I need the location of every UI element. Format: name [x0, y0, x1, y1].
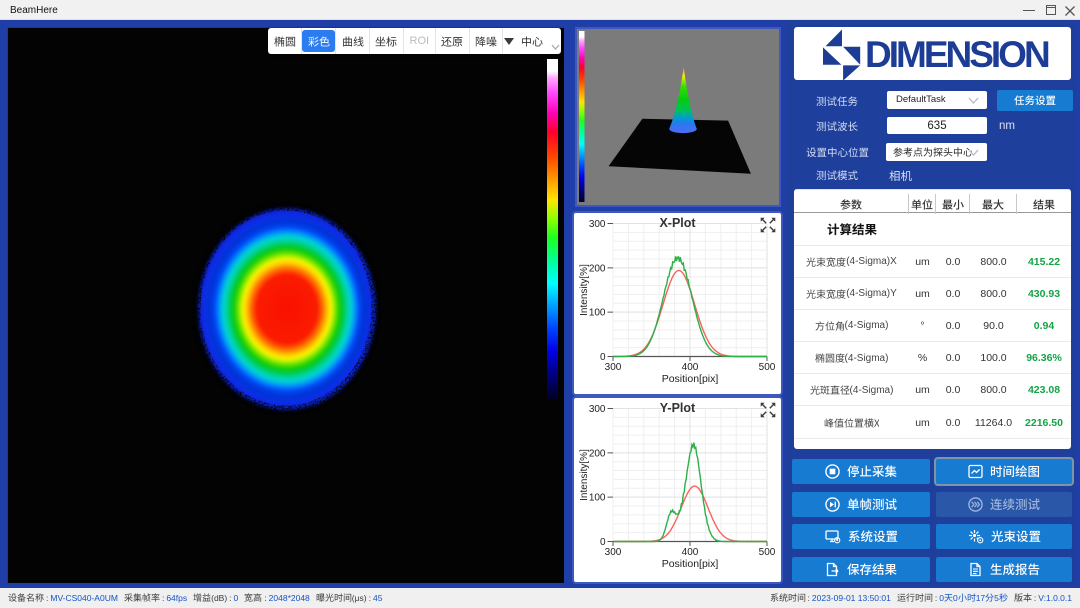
- svg-text:300: 300: [605, 547, 622, 558]
- svg-text:X-Plot: X-Plot: [659, 216, 696, 230]
- svg-text:Intensity[%]: Intensity[%]: [579, 264, 590, 316]
- svg-text:100: 100: [589, 308, 606, 319]
- svg-text:300: 300: [605, 362, 622, 373]
- svg-text:200: 200: [589, 263, 606, 274]
- svg-text:300: 300: [589, 404, 606, 415]
- svg-text:300: 300: [589, 219, 606, 230]
- svg-text:200: 200: [589, 448, 606, 459]
- svg-text:500: 500: [759, 547, 776, 558]
- svg-text:Position[pix]: Position[pix]: [662, 558, 719, 570]
- svg-text:400: 400: [682, 547, 699, 558]
- svg-text:Intensity[%]: Intensity[%]: [579, 449, 590, 501]
- svg-text:Position[pix]: Position[pix]: [662, 373, 719, 385]
- svg-text:500: 500: [759, 362, 776, 373]
- svg-text:Y-Plot: Y-Plot: [660, 401, 696, 415]
- svg-text:400: 400: [682, 362, 699, 373]
- svg-text:100: 100: [589, 493, 606, 504]
